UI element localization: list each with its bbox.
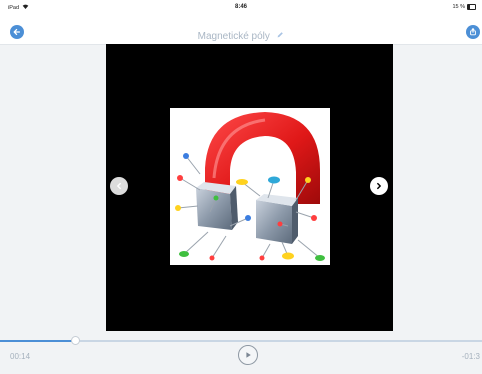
- app-window: iPad 8:46 15 % Magnetické póly 00:14 -01…: [0, 0, 482, 374]
- share-button[interactable]: [466, 25, 480, 39]
- media-stage: [106, 44, 393, 331]
- chevron-left-icon: [115, 177, 123, 195]
- pencil-icon[interactable]: [276, 26, 284, 44]
- navigation-header: Magnetické póly: [0, 20, 482, 45]
- battery-percent: 15 %: [452, 4, 465, 10]
- status-bar: iPad 8:46 15 %: [0, 0, 482, 20]
- chevron-right-icon: [375, 177, 383, 195]
- battery-icon: [467, 4, 476, 10]
- page-title: Magnetické póly: [197, 31, 270, 43]
- progress-fill: [0, 340, 75, 342]
- next-button[interactable]: [370, 177, 388, 195]
- elapsed-time: 00:14: [10, 352, 31, 361]
- progress-thumb[interactable]: [71, 336, 80, 345]
- horseshoe-magnet-image: [170, 108, 330, 265]
- play-button[interactable]: [238, 345, 258, 365]
- play-icon: [244, 346, 252, 364]
- magnet-illustration: [175, 112, 325, 261]
- previous-button[interactable]: [110, 177, 128, 195]
- share-icon: [469, 23, 477, 41]
- status-time: 8:46: [234, 4, 247, 10]
- remaining-time: -01:3: [461, 352, 480, 361]
